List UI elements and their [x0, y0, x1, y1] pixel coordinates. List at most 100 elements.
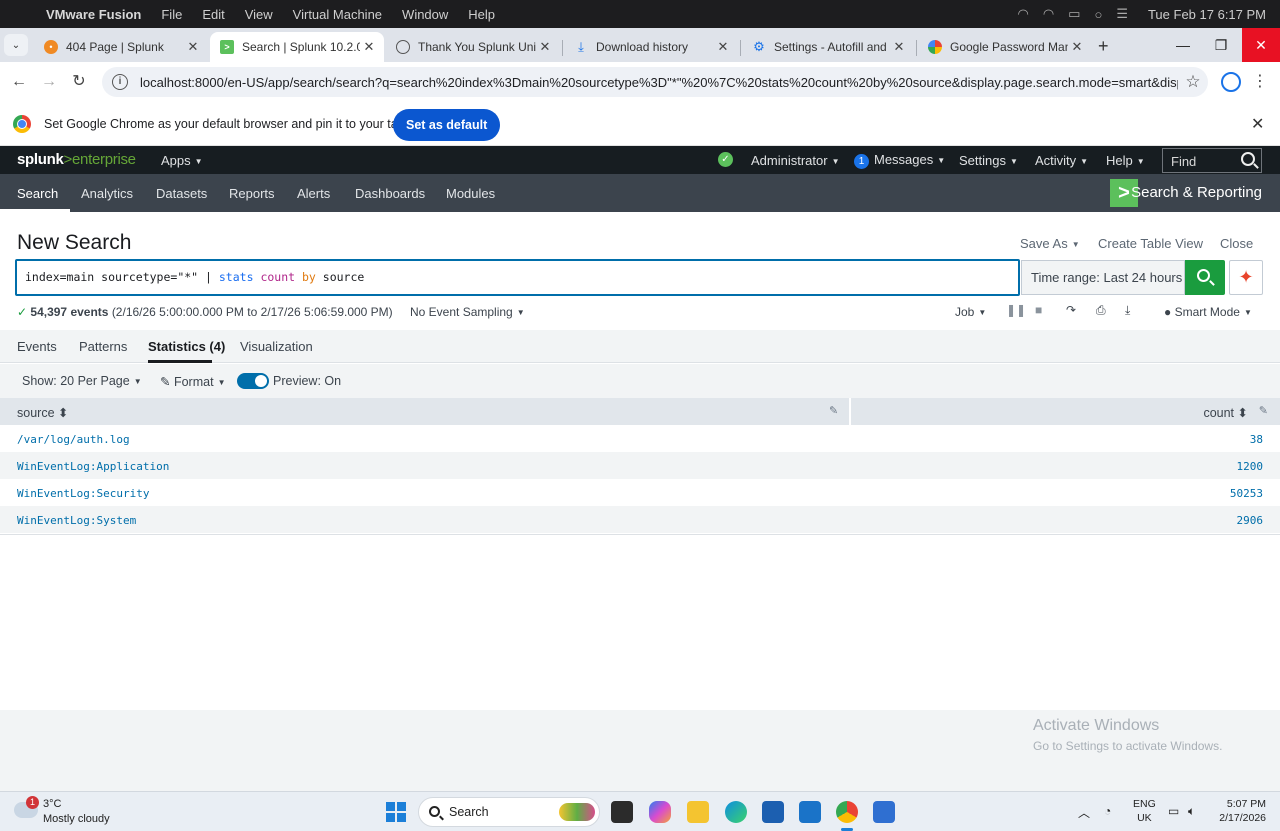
edit-column-pencil-icon[interactable]: ✎: [1259, 404, 1268, 417]
pause-icon[interactable]: ❚❚: [1006, 303, 1026, 317]
close-icon[interactable]: ✕: [184, 39, 202, 55]
spotlight-icon[interactable]: ○: [1094, 7, 1102, 22]
print-icon[interactable]: ⎙: [1096, 303, 1106, 318]
cell-source[interactable]: WinEventLog:System: [17, 514, 136, 527]
activity-icon[interactable]: ◠: [1017, 6, 1028, 22]
close-icon[interactable]: ✕: [890, 39, 908, 55]
messages-menu[interactable]: 1 Messages ▼: [854, 152, 945, 169]
tab-patterns[interactable]: Patterns: [79, 339, 127, 354]
event-sampling-menu[interactable]: No Event Sampling ▼: [410, 305, 525, 319]
cell-source[interactable]: WinEventLog:Application: [17, 460, 169, 473]
restore-icon[interactable]: ❐: [1202, 28, 1240, 62]
menu-edit[interactable]: Edit: [202, 7, 224, 22]
menu-app-name[interactable]: VMware Fusion: [46, 7, 141, 22]
browser-tab-thank-you[interactable]: Thank You Splunk Universal Forwarder ✕: [386, 32, 560, 62]
job-menu[interactable]: Job ▼: [955, 305, 986, 319]
run-search-button[interactable]: [1185, 260, 1225, 295]
tab-events[interactable]: Events: [17, 339, 57, 354]
infobar-close-icon[interactable]: ✕: [1251, 114, 1264, 134]
browser-tab-search[interactable]: > Search | Splunk 10.2.0 ✕: [210, 32, 384, 62]
menu-virtual-machine[interactable]: Virtual Machine: [293, 7, 382, 22]
health-status-icon[interactable]: ✓: [718, 152, 733, 167]
new-tab-plus-icon[interactable]: +: [1098, 36, 1109, 57]
network-icon[interactable]: ◔: [1104, 804, 1111, 818]
profile-avatar-icon[interactable]: [1221, 72, 1241, 92]
wifi-icon[interactable]: ◠: [1043, 6, 1054, 22]
nav-alerts[interactable]: Alerts: [297, 186, 330, 201]
nav-datasets[interactable]: Datasets: [156, 186, 207, 201]
share-icon[interactable]: ↷: [1066, 303, 1076, 317]
menu-help[interactable]: Help: [468, 7, 495, 22]
task-view-icon[interactable]: [611, 801, 633, 823]
activity-menu[interactable]: Activity ▼: [1035, 153, 1088, 168]
powershell-icon[interactable]: [873, 801, 895, 823]
reload-icon[interactable]: ↻: [68, 71, 90, 93]
window-close-icon[interactable]: ✕: [1242, 28, 1280, 62]
cell-count[interactable]: 50253: [1230, 487, 1263, 500]
url-omnibox[interactable]: i localhost:8000/en-US/app/search/search…: [102, 67, 1208, 97]
edge-icon[interactable]: [725, 801, 747, 823]
menu-window[interactable]: Window: [402, 7, 448, 22]
set-as-default-button[interactable]: Set as default: [393, 109, 501, 141]
cell-source[interactable]: /var/log/auth.log: [17, 433, 130, 446]
windows-start-icon[interactable]: [386, 802, 406, 822]
splunk-logo[interactable]: splunk>enterprise: [17, 151, 136, 168]
close-icon[interactable]: ✕: [360, 39, 378, 55]
taskbar-clock[interactable]: 5:07 PM 2/17/2026: [1214, 797, 1266, 825]
forward-arrow-icon[interactable]: →: [38, 71, 60, 93]
control-center-icon[interactable]: ☰: [1116, 6, 1128, 22]
copilot-icon[interactable]: [649, 801, 671, 823]
chrome-menu-icon[interactable]: ⋮: [1252, 71, 1268, 91]
save-as-menu[interactable]: Save As ▼: [1020, 236, 1080, 251]
battery-icon[interactable]: ▭: [1068, 6, 1080, 22]
cell-count[interactable]: 1200: [1237, 460, 1264, 473]
column-header-count[interactable]: count ⬍: [1203, 405, 1248, 420]
url-text[interactable]: localhost:8000/en-US/app/search/search?q…: [140, 75, 1178, 90]
apps-menu[interactable]: Apps ▼: [161, 153, 203, 168]
network-display-icon[interactable]: ▭: [1168, 804, 1179, 818]
time-range-picker[interactable]: Time range: Last 24 hours▼: [1021, 260, 1194, 295]
chrome-taskbar-icon[interactable]: [836, 801, 858, 831]
search-query-input[interactable]: index=main sourcetype="*" | stats count …: [15, 259, 1020, 296]
menu-clock[interactable]: Tue Feb 17 6:17 PM: [1148, 7, 1266, 22]
create-table-view-link[interactable]: Create Table View: [1098, 236, 1203, 251]
tray-overflow-chevron-icon[interactable]: ︿: [1078, 804, 1090, 821]
cell-count[interactable]: 38: [1250, 433, 1263, 446]
site-info-icon[interactable]: i: [112, 74, 128, 90]
search-mode-menu[interactable]: ● Smart Mode ▼: [1164, 305, 1252, 319]
find-input[interactable]: Find: [1162, 148, 1262, 173]
volume-icon[interactable]: 🔈︎: [1188, 804, 1195, 819]
outlook-icon[interactable]: [799, 801, 821, 823]
format-menu[interactable]: ✎ Format ▼: [160, 374, 225, 389]
menu-view[interactable]: View: [245, 7, 273, 22]
browser-tab-password-manager[interactable]: Google Password Manager ✕: [918, 32, 1092, 62]
per-page-menu[interactable]: Show: 20 Per Page ▼: [22, 374, 142, 388]
cell-source[interactable]: WinEventLog:Security: [17, 487, 149, 500]
close-icon[interactable]: ✕: [714, 39, 732, 55]
tab-visualization[interactable]: Visualization: [240, 339, 313, 354]
nav-analytics[interactable]: Analytics: [81, 186, 133, 201]
column-header-source[interactable]: source ⬍: [17, 405, 69, 420]
stop-icon[interactable]: ■: [1035, 303, 1042, 317]
nav-reports[interactable]: Reports: [229, 186, 275, 201]
browser-tab-settings[interactable]: ⚙ Settings - Autofill and passwords ✕: [742, 32, 914, 62]
taskbar-search[interactable]: Search: [418, 797, 600, 827]
nav-dashboards[interactable]: Dashboards: [355, 186, 425, 201]
user-menu[interactable]: Administrator ▼: [751, 153, 840, 168]
language-indicator[interactable]: ENG UK: [1133, 797, 1156, 825]
export-icon[interactable]: ⤓: [1125, 303, 1130, 318]
tab-statistics[interactable]: Statistics (4): [148, 339, 225, 354]
minimize-icon[interactable]: —: [1164, 28, 1202, 62]
nav-modules[interactable]: Modules: [446, 186, 495, 201]
tab-search-chevron-icon[interactable]: ⌄: [4, 34, 28, 56]
file-explorer-icon[interactable]: [687, 801, 709, 823]
cell-count[interactable]: 2906: [1237, 514, 1264, 527]
close-search-link[interactable]: Close: [1220, 236, 1253, 251]
edit-column-pencil-icon[interactable]: ✎: [829, 404, 838, 417]
nav-search[interactable]: Search: [17, 186, 58, 201]
bookmark-star-icon[interactable]: ☆: [1178, 72, 1208, 92]
menu-file[interactable]: File: [161, 7, 182, 22]
settings-menu[interactable]: Settings ▼: [959, 153, 1018, 168]
search-icon[interactable]: [1241, 152, 1255, 166]
help-menu[interactable]: Help ▼: [1106, 153, 1145, 168]
